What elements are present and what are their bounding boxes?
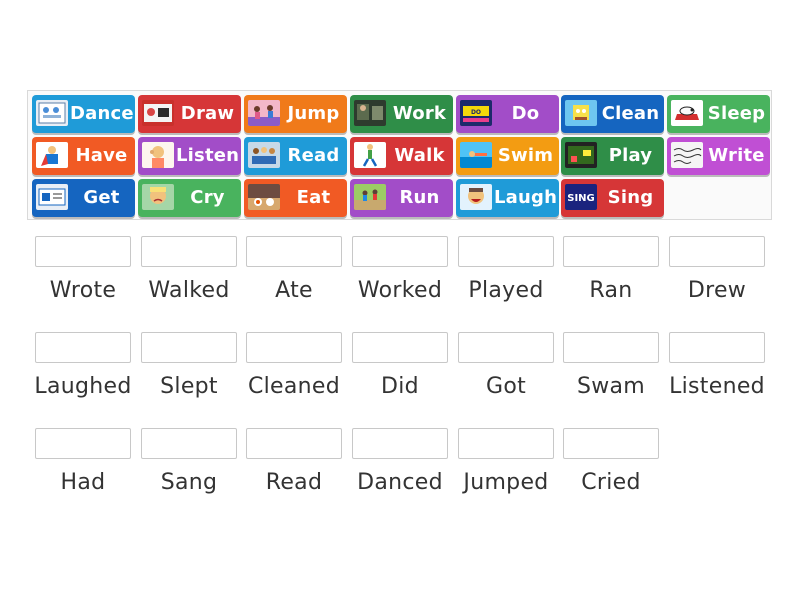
word-card-work[interactable]: Work: [350, 95, 453, 133]
svg-text:DO: DO: [471, 109, 481, 116]
drop-slot[interactable]: [246, 332, 342, 363]
word-card-eat[interactable]: Eat: [244, 179, 347, 217]
jumping-dancers-icon: [248, 100, 280, 126]
classroom-poster-icon: [36, 100, 68, 126]
word-card-label: Play: [608, 145, 653, 166]
word-card-write[interactable]: Write: [667, 137, 770, 175]
handwriting-icon: [671, 142, 703, 168]
drop-slot[interactable]: [563, 236, 659, 267]
walking-figure-icon: [354, 142, 386, 168]
word-card-label: Laugh: [494, 187, 558, 208]
group-reading-icon: [248, 142, 280, 168]
word-card-label: Cry: [190, 187, 225, 208]
shop-sign-icon: [36, 184, 68, 210]
word-card-label: Jump: [287, 103, 340, 124]
word-card-play[interactable]: Play: [561, 137, 664, 175]
word-card-label: Sing: [607, 187, 654, 208]
crying-child-icon: [142, 184, 174, 210]
title-card-icon: DO: [460, 100, 492, 126]
superhero-icon: [36, 142, 68, 168]
word-card-run[interactable]: Run: [350, 179, 453, 217]
word-card-have[interactable]: Have: [32, 137, 135, 175]
snoopy-icon: [671, 100, 703, 126]
drop-slot[interactable]: [141, 332, 237, 363]
word-card-read[interactable]: Read: [244, 137, 347, 175]
drop-slot[interactable]: [458, 236, 554, 267]
word-card-listen[interactable]: Listen: [138, 137, 241, 175]
drop-slot[interactable]: [35, 332, 131, 363]
drop-slot[interactable]: [458, 428, 554, 459]
svg-text:SING: SING: [567, 193, 595, 204]
word-card-walk[interactable]: Walk: [350, 137, 453, 175]
drop-slot[interactable]: [669, 332, 765, 363]
drop-slot[interactable]: [246, 236, 342, 267]
drop-slot[interactable]: [35, 236, 131, 267]
word-card-label: Have: [75, 145, 128, 166]
word-card-cry[interactable]: Cry: [138, 179, 241, 217]
word-card-sleep[interactable]: Sleep: [667, 95, 770, 133]
word-card-swim[interactable]: Swim: [456, 137, 559, 175]
word-card-label: Get: [83, 187, 120, 208]
word-card-label: Do: [511, 103, 540, 124]
drop-slot[interactable]: [563, 428, 659, 459]
runners-park-icon: [354, 184, 386, 210]
word-card-label: Eat: [296, 187, 331, 208]
word-card-clean[interactable]: Clean: [561, 95, 664, 133]
drop-slot[interactable]: [458, 332, 554, 363]
word-card-label: Walk: [394, 145, 445, 166]
word-card-label: Dance: [70, 103, 134, 124]
word-card-label: Listen: [176, 145, 240, 166]
drop-slot[interactable]: [563, 332, 659, 363]
drawing-kids-icon: [142, 100, 174, 126]
word-card-do[interactable]: DO Do: [456, 95, 559, 133]
target-label-listened: Listened: [669, 374, 765, 399]
word-card-jump[interactable]: Jump: [244, 95, 347, 133]
drop-slot[interactable]: [35, 428, 131, 459]
word-card-label: Swim: [497, 145, 554, 166]
word-card-laugh[interactable]: Laugh: [456, 179, 559, 217]
word-card-dance[interactable]: Dance: [32, 95, 135, 133]
word-card-label: Read: [287, 145, 340, 166]
swimmer-icon: [460, 142, 492, 168]
laughing-man-icon: [460, 184, 492, 210]
drop-slot[interactable]: [669, 236, 765, 267]
target-label-drew: Drew: [687, 278, 747, 303]
word-card-draw[interactable]: Draw: [138, 95, 241, 133]
word-card-label: Write: [708, 145, 765, 166]
dinner-table-icon: [248, 184, 280, 210]
word-card-label: Sleep: [707, 103, 766, 124]
word-card-tray: Dance Draw Jump Work DO Do Clean Sleep Have Liste…: [27, 90, 772, 220]
sing-text-icon: SING: [565, 184, 597, 210]
word-card-sing[interactable]: SING Sing: [561, 179, 664, 217]
office-workers-icon: [354, 100, 386, 126]
video-game-icon: [565, 142, 597, 168]
cartoon-clean-icon: [565, 100, 597, 126]
word-card-label: Clean: [601, 103, 660, 124]
word-card-get[interactable]: Get: [32, 179, 135, 217]
word-card-label: Work: [392, 103, 447, 124]
drop-slot[interactable]: [141, 428, 237, 459]
drop-slot[interactable]: [141, 236, 237, 267]
target-label-cried: Cried: [581, 470, 641, 495]
child-listening-icon: [142, 142, 174, 168]
word-card-label: Draw: [180, 103, 235, 124]
drop-slot[interactable]: [352, 428, 448, 459]
drop-slot[interactable]: [246, 428, 342, 459]
word-card-label: Run: [399, 187, 440, 208]
drop-slot[interactable]: [352, 332, 448, 363]
drop-slot[interactable]: [352, 236, 448, 267]
